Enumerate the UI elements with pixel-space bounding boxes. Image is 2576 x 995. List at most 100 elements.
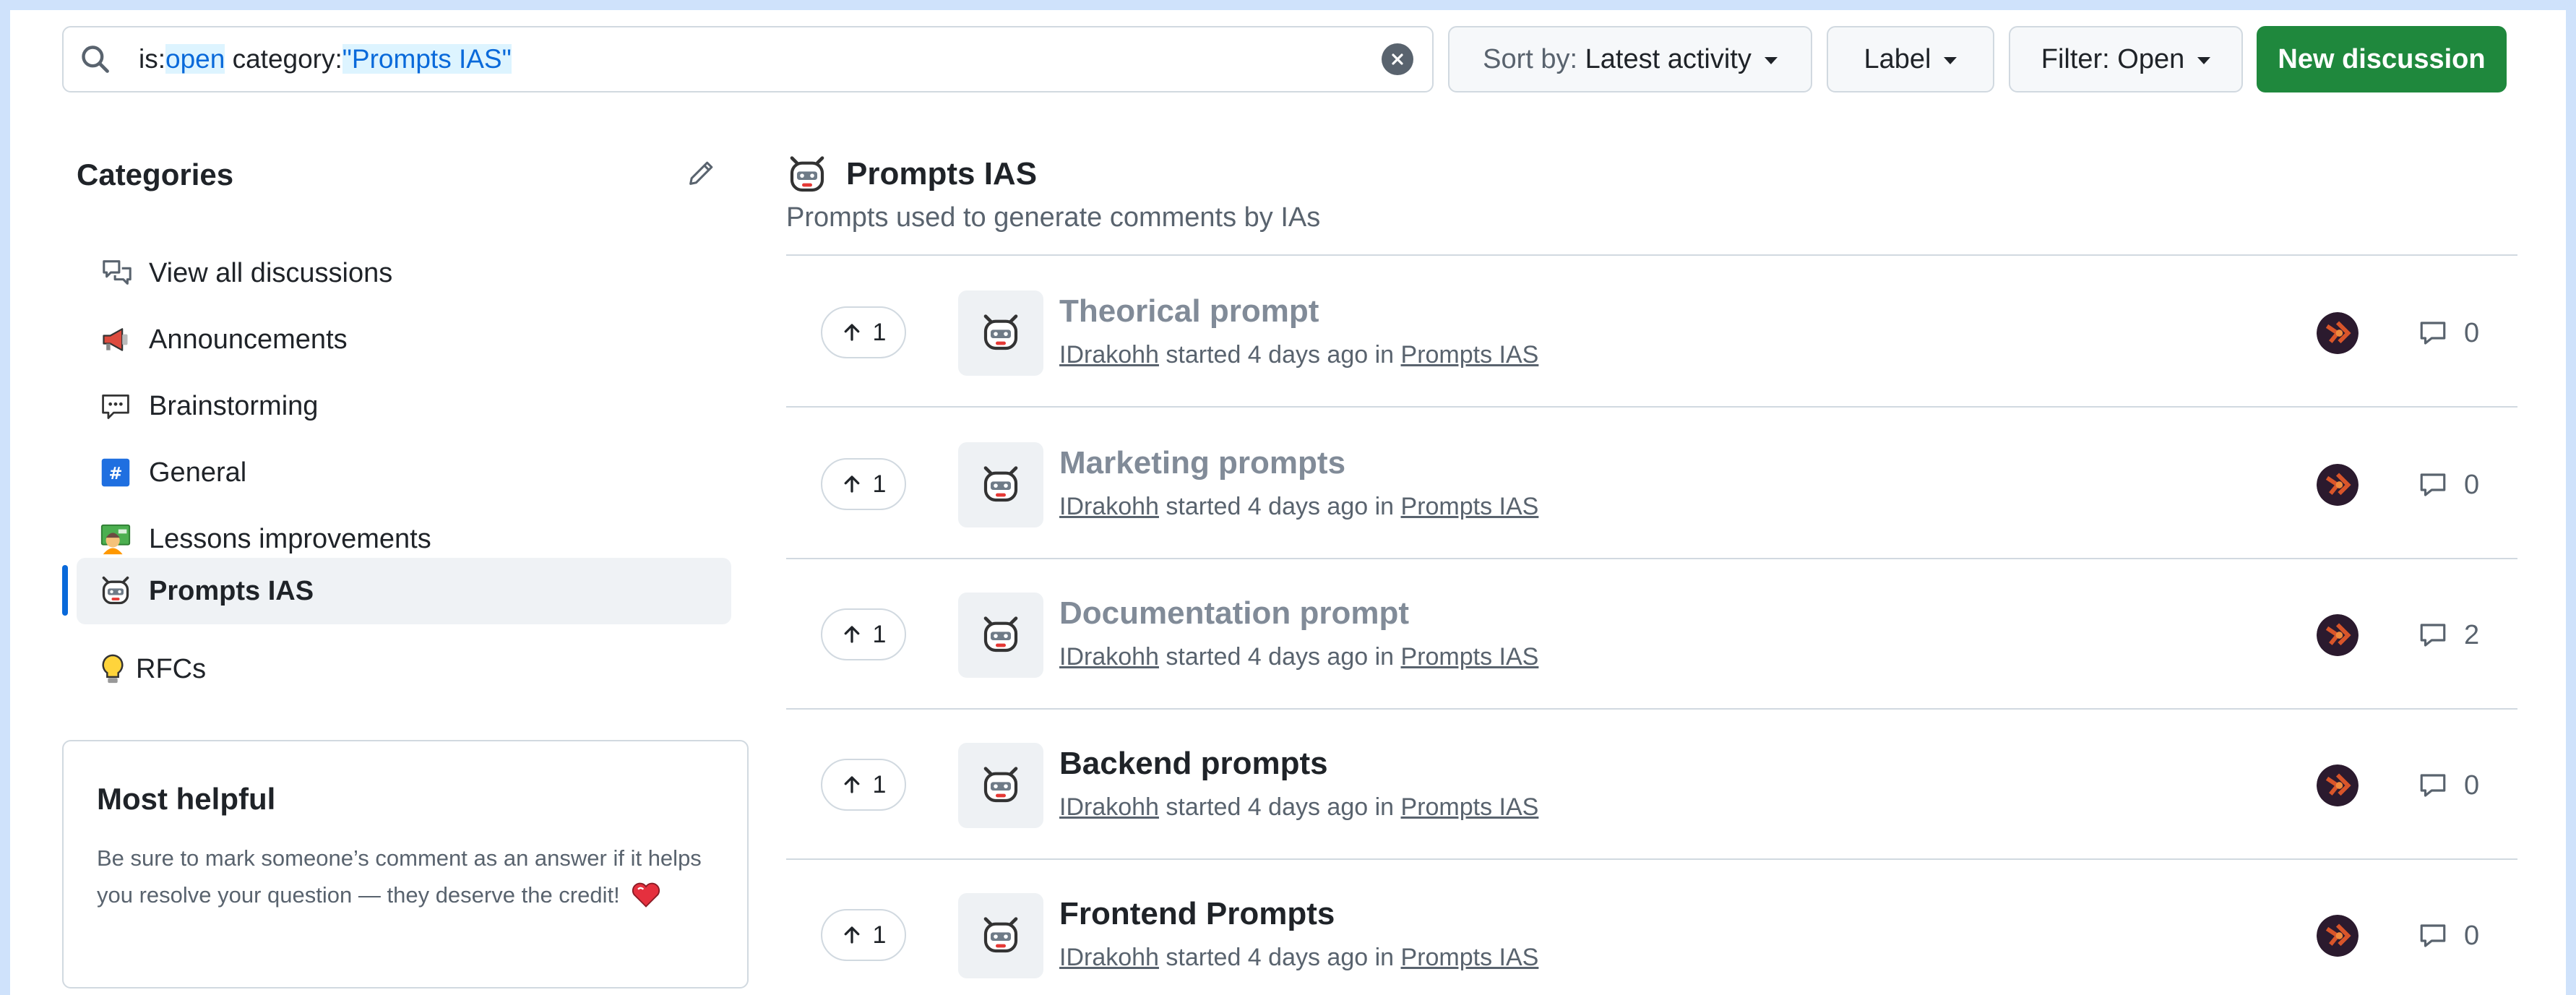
upvote-count: 1 <box>872 470 887 498</box>
category-title: Prompts IAS <box>846 156 1038 191</box>
discussion-meta: IDrakohh started 4 days ago in Prompts I… <box>1059 793 1539 821</box>
filter-button[interactable]: Filter: Open <box>2009 26 2243 92</box>
robot-icon <box>983 314 1018 350</box>
category-link[interactable]: Prompts IAS <box>1401 944 1539 971</box>
discussion-meta: IDrakohh started 4 days ago in Prompts I… <box>1059 341 1539 369</box>
discussion-meta: IDrakohh started 4 days ago in Prompts I… <box>1059 493 1539 520</box>
author-link[interactable]: IDrakohh <box>1059 643 1159 671</box>
sidebar-item-label: Prompts IAS <box>149 575 314 606</box>
comment-count: 0 <box>2418 915 2479 957</box>
sidebar-item-label: Announcements <box>149 324 348 355</box>
comment-icon <box>2420 322 2446 345</box>
sidebar-item-rfcs[interactable]: RFCs <box>77 636 731 702</box>
arrow-up-icon <box>844 324 859 341</box>
sort-button[interactable]: Sort by: Latest activity <box>1448 26 1812 92</box>
comment-icon <box>2420 924 2446 947</box>
comment-discussion-icon <box>100 256 134 290</box>
sidebar-item-prompts-ias[interactable]: Prompts IAS <box>77 558 731 624</box>
chevron-down-icon <box>1944 57 1957 64</box>
comment-count: 0 <box>2418 764 2479 806</box>
arrow-up-icon <box>844 626 859 643</box>
avatar[interactable] <box>2317 464 2359 506</box>
upvote-count: 1 <box>872 921 887 949</box>
chevron-down-icon <box>1764 57 1778 64</box>
upvote-button[interactable]: 1 <box>821 608 906 660</box>
discussion-title[interactable]: Backend prompts <box>1059 746 1328 782</box>
active-indicator <box>62 565 68 616</box>
sidebar-item-view-all[interactable]: View all discussions <box>77 240 731 306</box>
upvote-count: 1 <box>872 770 887 798</box>
category-emoji <box>958 442 1043 527</box>
sidebar-item-label: Lessons improvements <box>149 523 431 554</box>
comment-count: 0 <box>2418 464 2479 506</box>
search-input[interactable]: is:open category:"Prompts IAS" <box>62 26 1434 92</box>
robot-icon <box>790 156 824 192</box>
discussion-row[interactable]: 1 Theorical prompt IDrakohh started 4 da… <box>786 256 2517 406</box>
chevron-down-icon <box>2197 57 2211 64</box>
discussion-meta: IDrakohh started 4 days ago in Prompts I… <box>1059 643 1539 671</box>
svg-text:#: # <box>108 465 122 483</box>
robot-icon <box>983 616 1018 652</box>
discussion-row[interactable]: 1 Frontend Prompts IDrakohh started 4 da… <box>786 858 2517 995</box>
category-emoji <box>958 893 1043 978</box>
filter-button-text: Filter: Open <box>2041 43 2185 74</box>
comment-icon <box>2420 774 2446 797</box>
sidebar-item-label: View all discussions <box>149 257 393 288</box>
categories-heading: Categories <box>77 158 234 191</box>
category-link[interactable]: Prompts IAS <box>1401 643 1539 671</box>
robot-icon <box>98 574 133 608</box>
upvote-count: 1 <box>872 318 887 346</box>
upvote-button[interactable]: 1 <box>821 306 906 358</box>
robot-icon <box>983 917 1018 953</box>
arrow-up-icon <box>844 926 859 944</box>
label-button-text: Label <box>1864 43 1931 74</box>
sort-value: Latest activity <box>1585 43 1752 74</box>
sidebar-item-label: General <box>149 457 247 488</box>
lightbulb-icon <box>98 652 127 686</box>
category-link[interactable]: Prompts IAS <box>1401 493 1539 520</box>
megaphone-icon <box>98 322 133 357</box>
discussion-row[interactable]: 1 Documentation prompt IDrakohh started … <box>786 558 2517 708</box>
author-link[interactable]: IDrakohh <box>1059 493 1159 520</box>
heart-icon <box>632 882 660 908</box>
new-discussion-button[interactable]: New discussion <box>2257 26 2507 92</box>
author-link[interactable]: IDrakohh <box>1059 341 1159 369</box>
sidebar-item-announcements[interactable]: Announcements <box>77 306 731 373</box>
clear-search-button[interactable] <box>1382 43 1413 75</box>
avatar[interactable] <box>2317 764 2359 806</box>
pencil-icon[interactable] <box>685 156 718 189</box>
discussion-title[interactable]: Theorical prompt <box>1059 293 1319 329</box>
avatar[interactable] <box>2317 312 2359 354</box>
category-emoji <box>958 593 1043 678</box>
discussion-title[interactable]: Documentation prompt <box>1059 595 1409 632</box>
discussion-row[interactable]: 1 Backend prompts IDrakohh started 4 day… <box>786 708 2517 858</box>
upvote-button[interactable]: 1 <box>821 458 906 510</box>
teacher-icon <box>98 522 133 556</box>
most-helpful-card: Most helpful Be sure to mark someone’s c… <box>62 740 749 988</box>
comment-icon <box>2420 624 2446 647</box>
discussion-meta: IDrakohh started 4 days ago in Prompts I… <box>1059 944 1539 971</box>
label-button[interactable]: Label <box>1827 26 1994 92</box>
discussion-row[interactable]: 1 Marketing prompts IDrakohh started 4 d… <box>786 408 2517 558</box>
sort-label: Sort by: <box>1483 43 1578 74</box>
author-link[interactable]: IDrakohh <box>1059 944 1159 971</box>
author-link[interactable]: IDrakohh <box>1059 793 1159 821</box>
discussion-title[interactable]: Frontend Prompts <box>1059 896 1335 932</box>
category-link[interactable]: Prompts IAS <box>1401 341 1539 369</box>
upvote-button[interactable]: 1 <box>821 909 906 961</box>
avatar[interactable] <box>2317 614 2359 656</box>
sidebar-item-general[interactable]: # General <box>77 439 731 506</box>
most-helpful-title: Most helpful <box>97 782 276 816</box>
category-emoji <box>958 743 1043 828</box>
sidebar-item-label: RFCs <box>136 653 207 684</box>
category-link[interactable]: Prompts IAS <box>1401 793 1539 821</box>
avatar[interactable] <box>2317 915 2359 957</box>
upvote-count: 1 <box>872 620 887 648</box>
comment-icon <box>2420 473 2446 496</box>
category-emoji <box>958 290 1043 376</box>
category-description: Prompts used to generate comments by IAs <box>786 202 1321 233</box>
robot-icon <box>983 466 1018 502</box>
upvote-button[interactable]: 1 <box>821 759 906 811</box>
discussion-title[interactable]: Marketing prompts <box>1059 445 1345 481</box>
sidebar-item-brainstorming[interactable]: Brainstorming <box>77 373 731 439</box>
